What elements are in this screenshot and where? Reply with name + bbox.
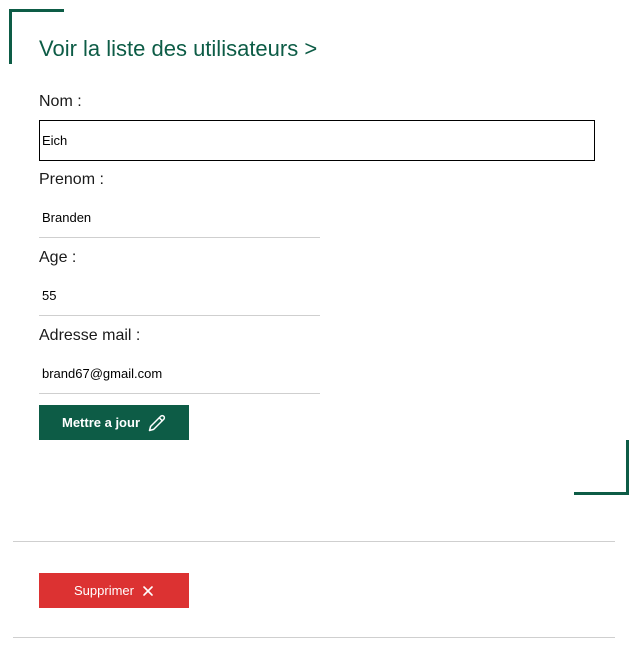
pencil-icon	[148, 414, 166, 432]
age-input[interactable]	[39, 276, 320, 316]
divider-top	[13, 541, 615, 542]
corner-decoration-bottom-right-horizontal	[574, 492, 629, 495]
nom-input[interactable]	[39, 120, 595, 161]
close-icon	[142, 585, 154, 597]
delete-button[interactable]: Supprimer	[39, 573, 189, 608]
corner-decoration-bottom-right-vertical	[626, 440, 629, 495]
email-label: Adresse mail :	[39, 327, 141, 344]
corner-decoration-top-left-vertical	[9, 9, 12, 64]
update-button[interactable]: Mettre a jour	[39, 405, 189, 440]
divider-bottom	[13, 637, 615, 638]
update-button-label: Mettre a jour	[61, 415, 140, 430]
prenom-label: Prenom :	[39, 171, 104, 188]
email-input[interactable]	[39, 354, 320, 394]
delete-button-label: Supprimer	[74, 583, 134, 598]
corner-decoration-top-left-horizontal	[9, 9, 64, 12]
age-label: Age :	[39, 249, 77, 266]
users-list-link[interactable]: Voir la liste des utilisateurs >	[39, 36, 317, 62]
prenom-input[interactable]	[39, 198, 320, 238]
nom-label: Nom :	[39, 93, 82, 110]
